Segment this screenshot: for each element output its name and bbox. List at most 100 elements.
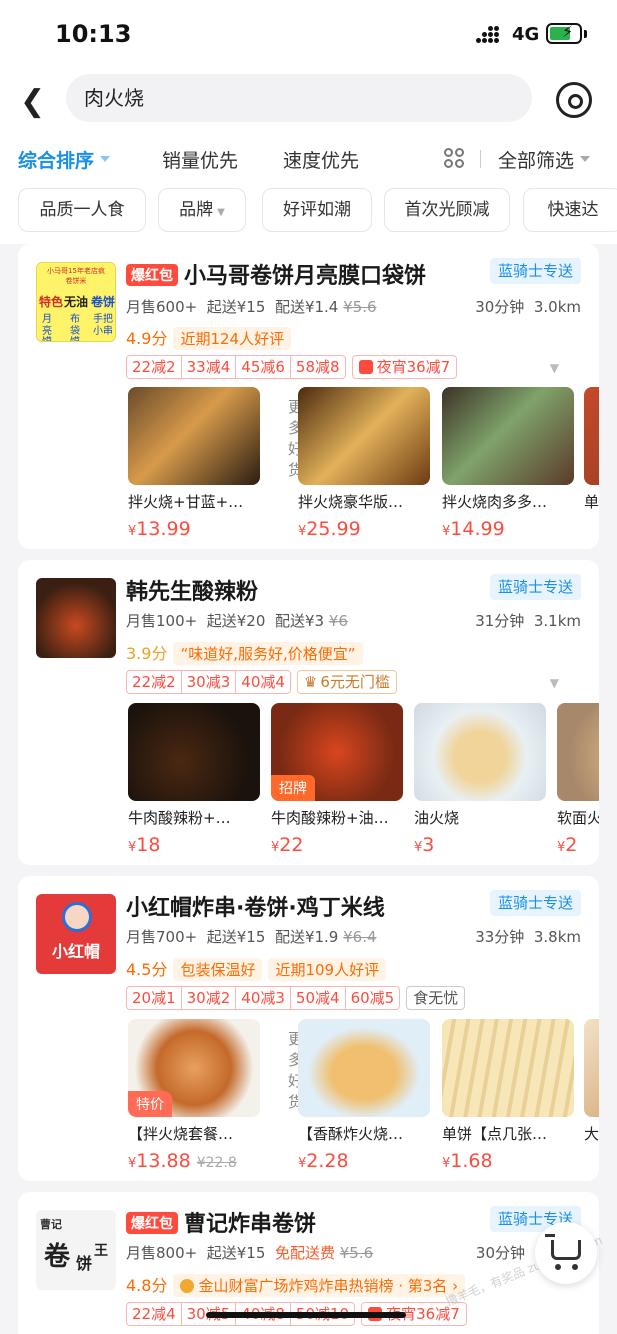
dish-item[interactable]: 特价 【拌火烧套餐… ¥13.88 ¥22.8 (128, 1019, 260, 1172)
rank-pill[interactable]: 金山财富广场炸鸡炸串热销榜 · 第3名 › (173, 1274, 466, 1297)
delivery-tag: 蓝骑士专送 (489, 574, 581, 600)
shop-name: 韩先生酸辣粉 (126, 574, 258, 606)
shop-score: 3.9分 “味道好,服务好,价格便宜” (126, 640, 363, 665)
sort-speed[interactable]: 速度优先 (283, 146, 359, 173)
cart-wheel (555, 1264, 561, 1270)
dish-list: 特价 【拌火烧套餐… ¥13.88 ¥22.8 更多好货 【香酥炸火烧… ¥2.2… (126, 1019, 599, 1181)
dish-image (557, 703, 599, 801)
chip-good-reviews[interactable]: 好评如潮 (262, 188, 372, 232)
delivery-time: 33分钟 (475, 928, 525, 946)
dish-image: 特价 (128, 1019, 260, 1117)
logo-text: 特色 (39, 295, 64, 309)
review-pill: 近期109人好评 (268, 958, 387, 981)
dish-price-value: 18 (136, 834, 161, 856)
shop-meta: 月售800+ 起送¥15 免配送费 ¥5.6 (126, 1242, 373, 1263)
shop-logo (36, 578, 116, 658)
dish-name: 牛肉酸辣粉+油… (271, 809, 389, 827)
shop-card[interactable]: 韩先生酸辣粉 蓝骑士专送 月售100+ 起送¥20 配送¥3 ¥6 31分钟 3… (18, 560, 599, 865)
coupon-row[interactable]: 20减1 30减2 40减3 50减4 60减5 食无忧 (126, 986, 466, 1010)
shop-name-text: 韩先生酸辣粉 (126, 580, 259, 605)
shop-logo: 曹记 卷 饼 王 (36, 1210, 116, 1290)
dish-name: 大 (584, 1125, 599, 1143)
dish-old-price-value: 22.8 (205, 1155, 237, 1171)
coupon: 30减2 (180, 986, 236, 1010)
shop-distance: 31分钟 3.1km (475, 610, 581, 631)
dish-item[interactable]: 软面火 ¥2 (557, 703, 599, 856)
dish-name: 单 (584, 493, 599, 511)
dish-name: 拌火烧肉多多… (442, 493, 548, 511)
shop-card[interactable]: 小马哥15年老店疯卷饼米 特色 无油 卷饼 月 布 手把 亮 袋 小串 馍 馍 … (18, 244, 599, 549)
special-badge: 特价 (128, 1091, 172, 1117)
old-fee: ¥6 (328, 612, 348, 630)
search-input[interactable]: 肉火烧 (66, 74, 532, 122)
food-safety-tag: 食无忧 (406, 986, 466, 1010)
dish-item[interactable]: 拌火烧肉多多… ¥14.99 (442, 387, 574, 540)
chip-first-visit[interactable]: 首次光顾减 (384, 188, 510, 232)
chevron-down-icon[interactable]: ▼ (550, 676, 559, 690)
dish-image (442, 387, 574, 485)
shop-name: 爆红包 小马哥卷饼月亮膜口袋饼 (126, 258, 426, 290)
logo-text: 曹记 (40, 1218, 62, 1231)
sort-sales[interactable]: 销量优先 (162, 146, 238, 173)
shop-distance: 33分钟 3.8km (475, 926, 581, 947)
coupon-row[interactable]: 22减2 30减3 40减4 ♛ 6元无门槛 (126, 670, 397, 694)
dish-price-value: 22 (279, 834, 304, 856)
shop-name-text: 曹记炸串卷饼 (184, 1212, 317, 1237)
dish-image (584, 1019, 599, 1117)
dish-price: ¥14.99 (442, 518, 505, 540)
dish-image (584, 387, 599, 485)
coupon: 45减6 (235, 355, 290, 379)
dish-item[interactable]: 招牌 牛肉酸辣粉+油… ¥22 (271, 703, 403, 856)
shop-name: 小红帽炸串·卷饼·鸡丁米线 (126, 890, 385, 922)
dish-name: 【香酥炸火烧… (298, 1125, 404, 1143)
dish-price: ¥13.88 ¥22.8 (128, 1150, 237, 1172)
logo-text: 卷饼 (91, 295, 116, 309)
dish-price: ¥2 (557, 834, 578, 856)
dish-item[interactable]: 油火烧 ¥3 (414, 703, 546, 856)
dish-price-value: 25.99 (306, 518, 361, 540)
dish-price-value: 13.88 (136, 1150, 191, 1172)
chip-fast[interactable]: 快速达 (523, 188, 617, 232)
dish-price-value: 2 (565, 834, 578, 856)
dish-item[interactable]: 单饼【点几张… ¥1.68 (442, 1019, 574, 1172)
shop-score: 4.5分 包装保温好 近期109人好评 (126, 956, 387, 981)
chip-quality-single[interactable]: 品质一人食 (18, 188, 146, 232)
dish-price-value: 14.99 (450, 518, 505, 540)
distance: 3.8km (533, 928, 581, 946)
min-order: 起送¥15 (206, 928, 266, 946)
coupon: 22减4 (126, 1302, 181, 1326)
dish-name: 牛肉酸辣粉+… (128, 809, 231, 827)
chevron-down-icon: ▼ (217, 207, 225, 218)
cart-button[interactable] (535, 1222, 597, 1284)
chevron-down-icon[interactable]: ▼ (550, 361, 559, 375)
dish-item[interactable]: 拌火烧豪华版… ¥25.99 (298, 387, 430, 540)
location-refresh-icon[interactable] (556, 82, 592, 118)
chip-brand[interactable]: 品牌 ▼ (158, 188, 246, 232)
old-fee: ¥5.6 (343, 298, 377, 316)
grid-view-icon[interactable] (444, 148, 466, 170)
home-indicator[interactable] (206, 1312, 406, 1318)
hot-badge: 爆红包 (126, 1212, 178, 1234)
shop-name: 爆红包 曹记炸串卷饼 (126, 1206, 316, 1238)
dish-item[interactable]: 大 (584, 1019, 599, 1144)
delivery-fee: 配送¥1.9 (274, 928, 339, 946)
dish-item[interactable]: 牛肉酸辣粉+… ¥18 (128, 703, 260, 856)
shop-logo: 小红帽 (36, 894, 116, 974)
back-arrow-icon[interactable]: ❮ (20, 84, 45, 119)
monthly-sales: 月售700+ (126, 928, 198, 946)
search-header: ❮ 肉火烧 综合排序 销量优先 速度优先 全部筛选 品质一人食 品牌 ▼ 好评如潮… (0, 66, 617, 244)
sort-comprehensive[interactable]: 综合排序 (18, 146, 110, 173)
dish-item[interactable]: 【香酥炸火烧… ¥2.28 (298, 1019, 430, 1172)
status-time: 10:13 (55, 20, 132, 48)
score-value: 4.8分 (126, 1276, 168, 1295)
filter-all[interactable]: 全部筛选 (498, 146, 590, 173)
dish-item[interactable]: 拌火烧+甘蓝+… ¥13.99 (128, 387, 260, 540)
monthly-sales: 月售100+ (126, 612, 198, 630)
voucher-coupon: ♛ 6元无门槛 (296, 670, 397, 694)
distance: 3.0km (533, 298, 581, 316)
coupon-row[interactable]: 22减2 33减4 45减6 58减8 夜宵36减7 (126, 355, 458, 379)
shop-card[interactable]: 小红帽 小红帽炸串·卷饼·鸡丁米线 蓝骑士专送 月售700+ 起送¥15 配送¥… (18, 876, 599, 1181)
dish-item[interactable]: 单 (584, 387, 599, 512)
shop-meta: 月售700+ 起送¥15 配送¥1.9 ¥6.4 (126, 926, 377, 947)
shop-distance: 30分钟 3.0km (475, 296, 581, 317)
